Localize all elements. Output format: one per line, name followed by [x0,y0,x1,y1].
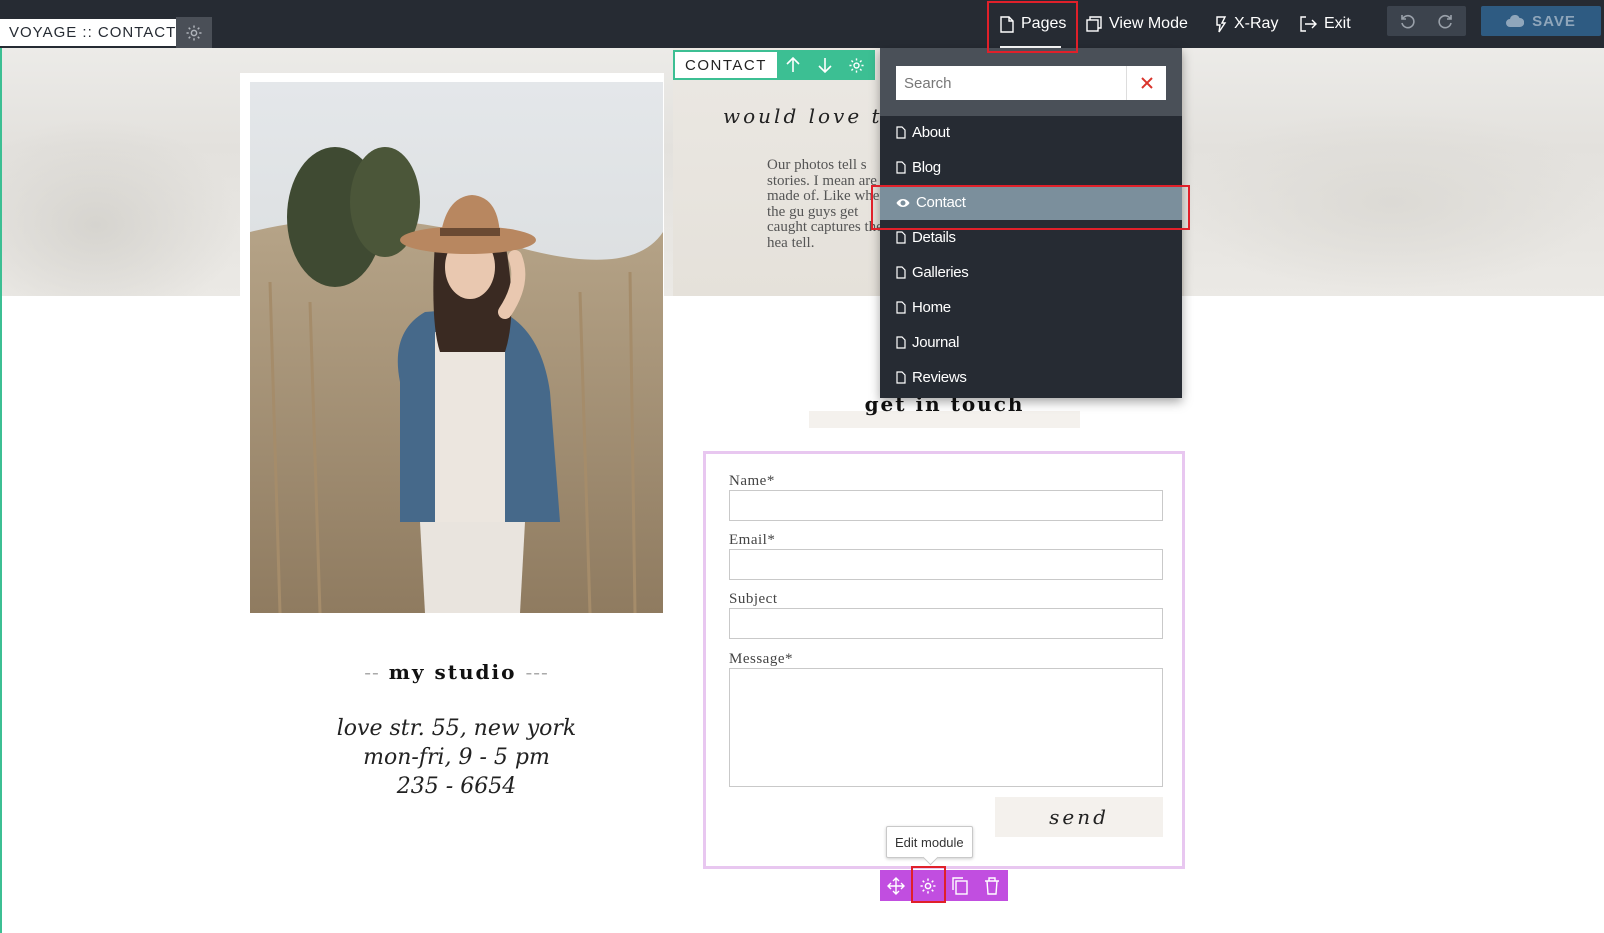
portrait-photo[interactable] [250,82,663,613]
page-icon [896,301,906,314]
gear-icon [186,25,202,40]
move-icon [887,876,905,895]
pages-button-label: Pages [1021,15,1067,32]
studio-heading: -- my studio --- [250,660,663,684]
page-item-galleries[interactable]: Galleries [880,255,1182,290]
page-item-label: Blog [912,159,941,176]
page-item-label: Reviews [912,369,967,386]
save-button[interactable]: SAVE [1481,6,1601,36]
page-icon [1000,15,1014,33]
studio-title: my studio [388,660,517,684]
pages-dropdown: About Blog Contact Details Galleries Hom… [880,48,1182,398]
save-button-label: SAVE [1532,12,1576,30]
studio-details: love str. 55, new york mon-fri, 9 - 5 pm… [250,714,663,801]
message-field[interactable] [729,668,1163,787]
page-item-label: Journal [912,334,960,351]
section-toolbar: CONTACT [673,50,875,80]
section-label: CONTACT [675,52,777,78]
studio-address: love str. 55, new york [336,716,577,741]
page-item-details[interactable]: Details [880,220,1182,255]
page-item-blog[interactable]: Blog [880,150,1182,185]
gear-icon [920,878,936,893]
site-page-label: VOYAGE :: CONTACT [0,19,186,46]
clear-search-button[interactable] [1126,66,1166,100]
pages-search-bar [880,48,1182,116]
gear-icon [849,57,864,73]
portrait-illustration [250,82,663,613]
editor-toolbar: VOYAGE :: CONTACT Pages View Mode X-Ray … [0,0,1604,48]
eye-icon [896,198,910,207]
subject-label: Subject [729,591,778,607]
page-item-label: Details [912,229,956,246]
canvas-edge-indicator [0,48,2,933]
move-module-button[interactable] [880,870,912,901]
site-settings-button[interactable] [176,17,212,48]
page-item-label: About [912,124,950,141]
move-section-up-button[interactable] [777,52,809,78]
view-mode-button[interactable]: View Mode [1086,0,1188,48]
module-toolbar [880,870,1008,901]
view-mode-icon [1086,16,1102,32]
pages-button[interactable]: Pages [1000,0,1066,48]
name-field[interactable] [729,490,1163,521]
send-button[interactable]: send [995,797,1163,837]
edit-module-tooltip: Edit module [886,826,973,858]
copy-icon [952,876,968,895]
move-section-down-button[interactable] [809,52,841,78]
pages-search-input[interactable] [896,66,1126,100]
exit-label: Exit [1324,15,1351,32]
studio-phone: 235 - 6654 [396,774,517,799]
section-settings-button[interactable] [841,52,873,78]
studio-hours: mon-fri, 9 - 5 pm [363,745,550,770]
arrow-down-icon [818,58,832,73]
page-item-home[interactable]: Home [880,290,1182,325]
exit-button[interactable]: Exit [1300,0,1351,48]
arrow-up-icon [786,57,800,72]
page-item-label: Contact [916,194,966,211]
message-label: Message* [729,651,793,667]
duplicate-module-button[interactable] [944,870,976,901]
page-item-about[interactable]: About [880,115,1182,150]
view-mode-label: View Mode [1109,15,1188,32]
page-icon [896,266,906,279]
hero-paragraph: Our photos tell s stories. I mean are ma… [767,157,887,251]
page-canvas: -- my studio --- love str. 55, new york … [0,48,1604,933]
cloud-icon [1506,15,1525,27]
edit-module-button[interactable] [912,870,944,901]
studio-dash-right: --- [525,660,549,684]
page-item-reviews[interactable]: Reviews [880,360,1182,395]
page-item-contact[interactable]: Contact [880,185,1182,220]
exit-icon [1300,16,1317,32]
page-icon [896,231,906,244]
xray-icon [1216,15,1227,32]
close-icon [1140,77,1153,89]
page-item-journal[interactable]: Journal [880,325,1182,360]
name-label: Name* [729,473,775,489]
undo-button[interactable] [1387,6,1427,36]
email-field[interactable] [729,549,1163,580]
email-label: Email* [729,532,776,548]
page-item-label: Home [912,299,951,316]
xray-button[interactable]: X-Ray [1215,0,1278,48]
pages-list: About Blog Contact Details Galleries Hom… [880,115,1182,395]
undo-icon [1400,14,1415,29]
redo-button[interactable] [1427,6,1467,36]
subject-field[interactable] [729,608,1163,639]
page-icon [896,126,906,139]
page-item-label: Galleries [912,264,969,281]
delete-module-button[interactable] [976,870,1008,901]
page-icon [896,336,906,349]
xray-label: X-Ray [1234,15,1279,32]
trash-icon [985,876,999,895]
studio-dash-left: -- [364,660,380,684]
page-icon [896,161,906,174]
redo-icon [1438,14,1453,29]
history-controls [1387,6,1466,36]
contact-form-module[interactable]: Name* Email* Subject Message* send [703,451,1185,869]
page-icon [896,371,906,384]
